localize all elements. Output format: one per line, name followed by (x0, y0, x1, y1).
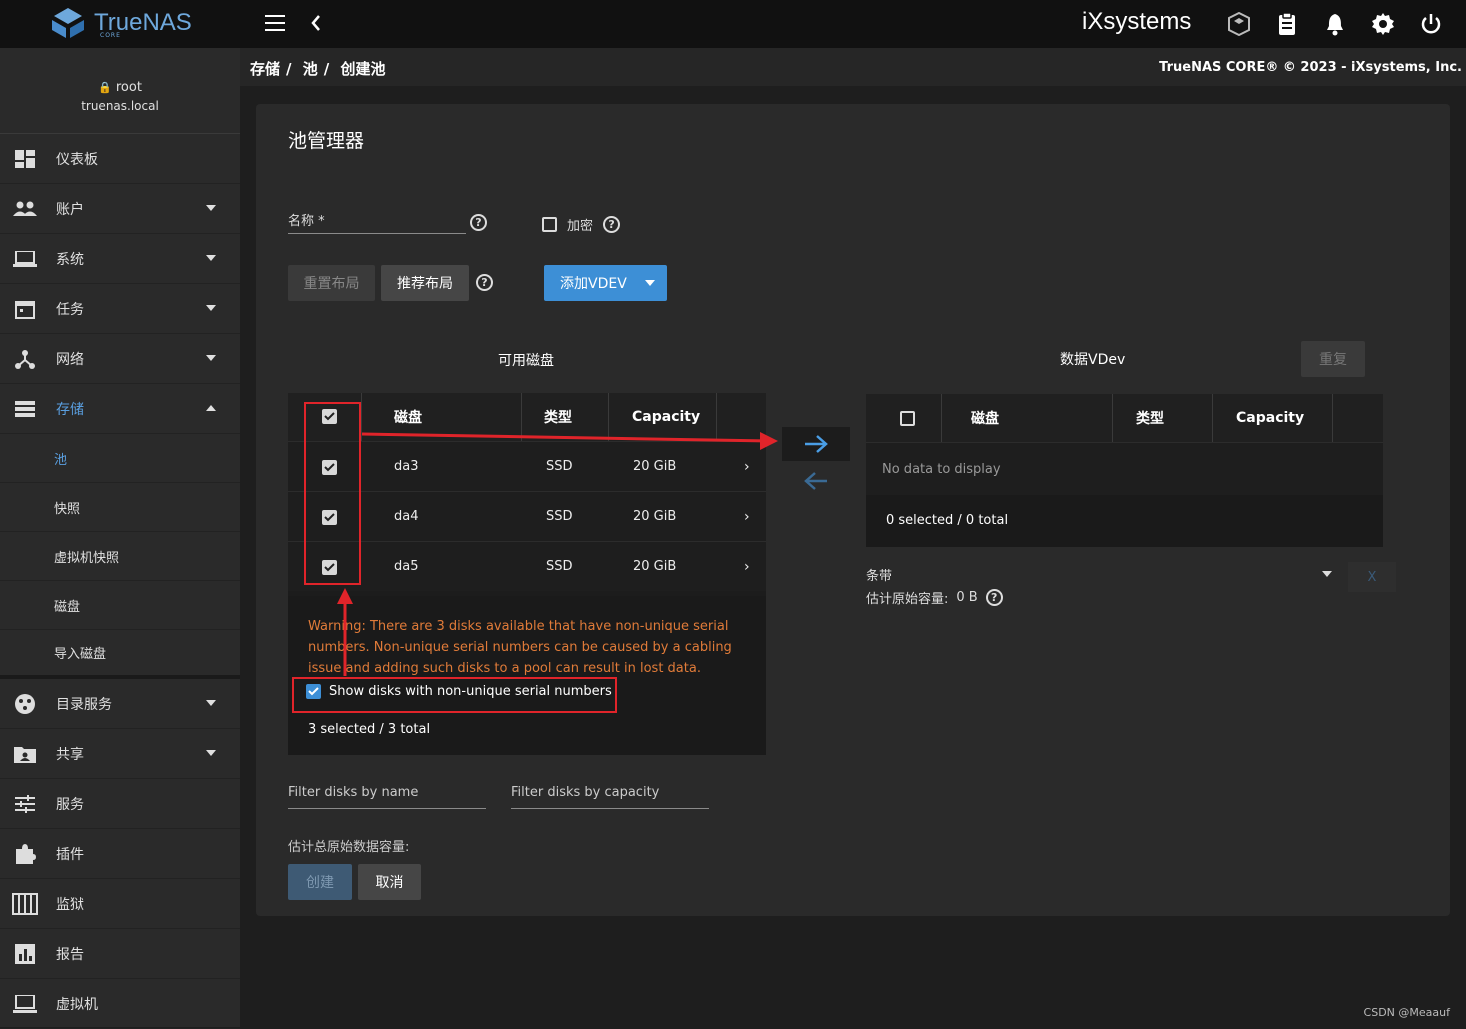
watermark: CSDN @Meaauf (1364, 1006, 1450, 1019)
annotation-arrows (0, 0, 1466, 1027)
